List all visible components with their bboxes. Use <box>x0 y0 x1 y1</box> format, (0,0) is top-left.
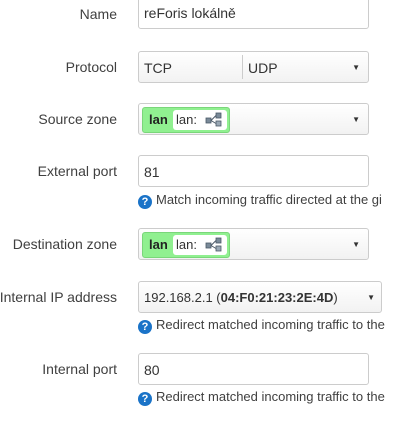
name-label: Name <box>79 6 117 22</box>
internal-ip-label: Internal IP address <box>0 289 117 305</box>
source-zone-name: lan <box>149 112 168 127</box>
destination-zone-network-label: lan: <box>176 237 197 252</box>
source-zone-label: Source zone <box>38 111 117 127</box>
source-zone-select[interactable]: lan lan: ▼ <box>138 103 369 135</box>
destination-zone-network: lan: <box>173 235 227 255</box>
chevron-down-icon[interactable]: ▼ <box>367 293 375 302</box>
network-icon <box>205 112 222 127</box>
internal-ip-paren-close: ) <box>333 290 338 305</box>
source-zone-network-label: lan: <box>176 112 197 127</box>
help-icon: ? <box>138 320 152 334</box>
destination-zone-select[interactable]: lan lan: ▼ <box>138 228 369 260</box>
source-zone-badge: lan lan: <box>142 107 230 133</box>
chevron-down-icon[interactable]: ▼ <box>352 63 360 72</box>
internal-ip-help-text: Redirect matched incoming traffic to the <box>156 317 385 332</box>
chevron-down-icon[interactable]: ▼ <box>352 240 360 249</box>
internal-ip-help: ? Redirect matched incoming traffic to th… <box>138 317 385 334</box>
name-input-value: reForis lokálně <box>144 5 236 21</box>
internal-port-input[interactable]: 80 <box>138 353 369 385</box>
external-port-label: External port <box>37 163 117 179</box>
destination-zone-name: lan <box>149 237 168 252</box>
internal-ip-paren-open: ( <box>212 290 221 305</box>
name-input[interactable]: reForis lokálně <box>138 0 369 29</box>
protocol-label: Protocol <box>65 59 117 75</box>
destination-zone-label: Destination zone <box>12 236 117 252</box>
external-port-value: 81 <box>144 164 160 180</box>
external-port-help-text: Match incoming traffic directed at the g… <box>156 192 382 207</box>
internal-ip-select[interactable]: 192.168.2.1 (04:F0:21:23:2E:4D) ▼ <box>138 281 382 313</box>
internal-ip-address: 192.168.2.1 <box>144 290 213 305</box>
source-zone-network: lan: <box>173 110 227 130</box>
protocol-separator <box>242 55 243 79</box>
help-icon: ? <box>138 392 152 406</box>
protocol-select[interactable]: TCP UDP ▼ <box>138 51 369 83</box>
internal-port-label: Internal port <box>42 361 117 377</box>
internal-port-help: ? Redirect matched incoming traffic to th… <box>138 389 385 406</box>
internal-ip-value: 192.168.2.1 (04:F0:21:23:2E:4D) <box>144 290 338 305</box>
destination-zone-badge: lan lan: <box>142 232 230 258</box>
protocol-option-udp[interactable]: UDP <box>248 60 278 76</box>
help-icon: ? <box>138 195 152 209</box>
internal-ip-mac: 04:F0:21:23:2E:4D <box>220 290 334 305</box>
internal-port-value: 80 <box>144 362 160 378</box>
external-port-help: ? Match incoming traffic directed at the … <box>138 192 382 209</box>
external-port-input[interactable]: 81 <box>138 155 369 187</box>
network-icon <box>205 237 222 252</box>
protocol-option-tcp[interactable]: TCP <box>144 60 172 76</box>
internal-port-help-text: Redirect matched incoming traffic to the <box>156 389 385 404</box>
chevron-down-icon[interactable]: ▼ <box>352 115 360 124</box>
